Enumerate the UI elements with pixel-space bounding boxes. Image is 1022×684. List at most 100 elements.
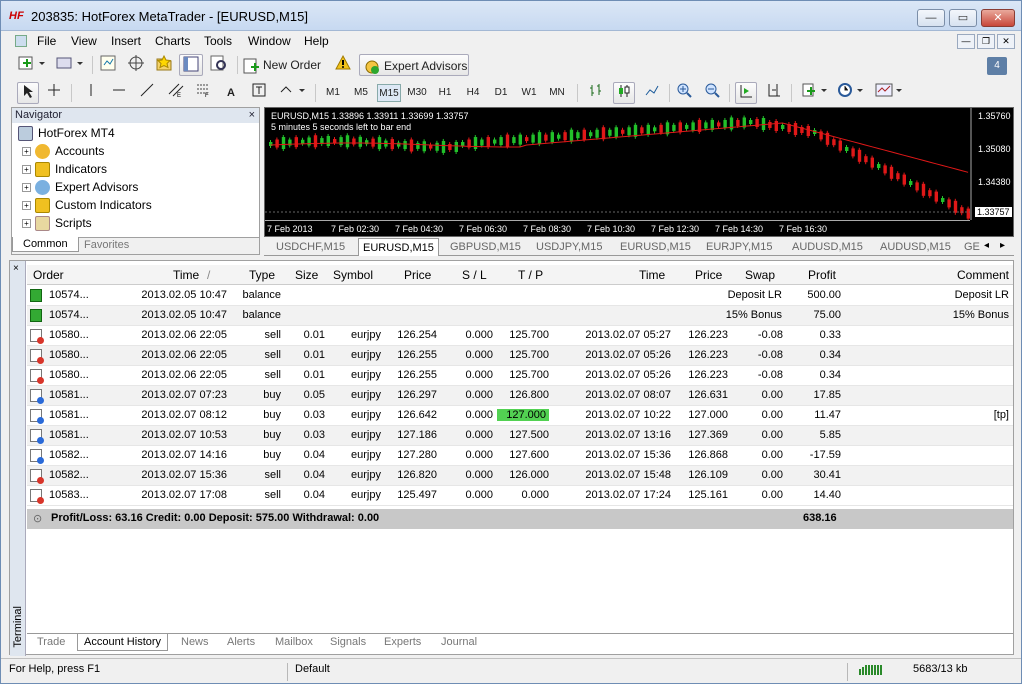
navigator-close-button[interactable]: × bbox=[249, 108, 255, 123]
menu-insert[interactable]: Insert bbox=[111, 34, 141, 48]
navigator-item-indicators[interactable]: + Indicators bbox=[22, 161, 107, 178]
strategy-tester-icon[interactable] bbox=[207, 54, 229, 76]
chart-shift-icon[interactable] bbox=[763, 82, 785, 104]
market-watch-icon[interactable] bbox=[97, 54, 119, 76]
maximize-button[interactable]: ▭ bbox=[949, 9, 977, 27]
col-price[interactable]: Price bbox=[404, 268, 431, 282]
tab-scroll-left-icon[interactable]: ◂ bbox=[984, 240, 989, 251]
timeframe-w1[interactable]: W1 bbox=[517, 84, 541, 102]
table-row[interactable]: 10583... 2013.02.07 17:08 sell 0.04 eurjpy 12… bbox=[27, 486, 1013, 506]
tab-signals[interactable]: Signals bbox=[330, 636, 366, 648]
text-label-icon[interactable] bbox=[249, 82, 269, 104]
mdi-restore-button[interactable]: ❐ bbox=[977, 34, 995, 49]
col-close-time[interactable]: Time bbox=[639, 268, 665, 282]
periods-clock-icon[interactable] bbox=[835, 82, 867, 104]
col-sl[interactable]: S / L bbox=[462, 268, 487, 282]
profiles-icon[interactable] bbox=[53, 54, 87, 76]
tab-mailbox[interactable]: Mailbox bbox=[275, 636, 313, 648]
navigator-icon[interactable] bbox=[153, 54, 175, 76]
auto-scroll-icon[interactable] bbox=[735, 82, 757, 104]
tab-trade[interactable]: Trade bbox=[37, 636, 65, 648]
menu-file[interactable]: File bbox=[37, 34, 56, 48]
chart-tab-eurjpy[interactable]: EURJPY,M15 bbox=[702, 238, 776, 256]
new-order-button[interactable]: New Order bbox=[243, 54, 329, 76]
table-row[interactable]: 10581... 2013.02.07 07:23 buy 0.05 eurjpy 126… bbox=[27, 386, 1013, 406]
vertical-line-icon[interactable] bbox=[81, 82, 101, 104]
expand-icon[interactable]: + bbox=[22, 147, 31, 157]
tab-alerts[interactable]: Alerts bbox=[227, 636, 255, 648]
chart-tab-ge[interactable]: GE bbox=[960, 238, 984, 256]
expand-icon[interactable]: + bbox=[22, 219, 31, 229]
chart-tab-eurusd[interactable]: EURUSD,M15 bbox=[358, 238, 439, 256]
menu-window[interactable]: Window bbox=[248, 34, 291, 48]
col-tp[interactable]: T / P bbox=[518, 268, 543, 282]
terminal-icon[interactable] bbox=[179, 54, 203, 76]
table-row[interactable]: 10581... 2013.02.07 10:53 buy 0.03 eurjpy 127… bbox=[27, 426, 1013, 446]
cursor-icon[interactable] bbox=[17, 82, 39, 104]
timeframe-mn[interactable]: MN bbox=[545, 84, 569, 102]
table-row[interactable]: 10582... 2013.02.07 15:36 sell 0.04 eurjpy 12… bbox=[27, 466, 1013, 486]
trendline-icon[interactable] bbox=[137, 82, 157, 104]
table-row[interactable]: 10582... 2013.02.07 14:16 buy 0.04 eurjpy 127… bbox=[27, 446, 1013, 466]
tab-news[interactable]: News bbox=[181, 636, 209, 648]
tab-journal[interactable]: Journal bbox=[441, 636, 477, 648]
arrows-dropdown-icon[interactable] bbox=[277, 82, 309, 104]
table-row[interactable]: 10580... 2013.02.06 22:05 sell 0.01 eurjpy 12… bbox=[27, 366, 1013, 386]
navigator-item-custom-indicators[interactable]: + Custom Indicators bbox=[22, 197, 152, 214]
col-profit[interactable]: Profit bbox=[808, 268, 836, 282]
table-row[interactable]: 10574... 2013.02.05 10:47 balance Deposit L… bbox=[27, 286, 1013, 306]
timeframe-h1[interactable]: H1 bbox=[433, 84, 457, 102]
table-row[interactable]: 10574... 2013.02.05 10:47 balance 15% Bonus… bbox=[27, 306, 1013, 326]
col-order[interactable]: Order bbox=[33, 268, 64, 282]
timeframe-m1[interactable]: M1 bbox=[321, 84, 345, 102]
templates-icon[interactable] bbox=[873, 82, 905, 104]
menu-tools[interactable]: Tools bbox=[204, 34, 232, 48]
table-row[interactable]: 10580... 2013.02.06 22:05 sell 0.01 eurjpy 12… bbox=[27, 326, 1013, 346]
menu-view[interactable]: View bbox=[71, 34, 97, 48]
expert-advisors-button[interactable]: Expert Advisors bbox=[359, 54, 469, 76]
horizontal-line-icon[interactable] bbox=[109, 82, 129, 104]
menu-charts[interactable]: Charts bbox=[155, 34, 190, 48]
tab-experts[interactable]: Experts bbox=[384, 636, 421, 648]
minimize-button[interactable]: — bbox=[917, 9, 945, 27]
crosshair-icon[interactable] bbox=[43, 82, 65, 104]
tab-favorites[interactable]: Favorites bbox=[84, 239, 129, 251]
indicators-list-icon[interactable] bbox=[799, 82, 831, 104]
data-window-icon[interactable] bbox=[125, 54, 147, 76]
chart-tab-audusd[interactable]: AUDUSD,M15 bbox=[788, 238, 867, 256]
tab-scroll-right-icon[interactable]: ▸ bbox=[1000, 240, 1005, 251]
chart-tab-gbpusd[interactable]: GBPUSD,M15 bbox=[446, 238, 525, 256]
table-row[interactable]: 10581... 2013.02.07 08:12 buy 0.03 eurjpy 126… bbox=[27, 406, 1013, 426]
expand-icon[interactable]: + bbox=[22, 165, 31, 175]
expand-icon[interactable]: + bbox=[22, 183, 31, 193]
terminal-close-button[interactable]: × bbox=[13, 263, 19, 274]
line-chart-icon[interactable] bbox=[641, 82, 663, 104]
navigator-item-expert-advisors[interactable]: + Expert Advisors bbox=[22, 179, 138, 196]
navigator-item-accounts[interactable]: + Accounts bbox=[22, 143, 104, 160]
col-size[interactable]: Size bbox=[295, 268, 318, 282]
col-close-price[interactable]: Price bbox=[695, 268, 722, 282]
tab-account-history[interactable]: Account History bbox=[77, 634, 169, 651]
chart-tab-usdchf[interactable]: USDCHF,M15 bbox=[272, 238, 349, 256]
col-type[interactable]: Type bbox=[249, 268, 275, 282]
navigator-item-scripts[interactable]: + Scripts bbox=[22, 215, 92, 232]
mdi-minimize-button[interactable]: — bbox=[957, 34, 975, 49]
new-chart-icon[interactable] bbox=[15, 54, 49, 76]
chart-tab-audusd-2[interactable]: AUDUSD,M15 bbox=[876, 238, 955, 256]
timeframe-h4[interactable]: H4 bbox=[461, 84, 485, 102]
chart-tab-eurusd-2[interactable]: EURUSD,M15 bbox=[616, 238, 695, 256]
tab-common[interactable]: Common bbox=[12, 237, 79, 252]
bar-chart-icon[interactable] bbox=[585, 82, 607, 104]
col-comment[interactable]: Comment bbox=[957, 268, 1009, 282]
col-swap[interactable]: Swap bbox=[745, 268, 775, 282]
mdi-close-button[interactable]: ✕ bbox=[997, 34, 1015, 49]
menu-help[interactable]: Help bbox=[304, 34, 329, 48]
chart-window-icon[interactable] bbox=[15, 35, 27, 47]
zoom-in-icon[interactable] bbox=[673, 82, 695, 104]
notification-badge[interactable]: 4 bbox=[987, 57, 1007, 75]
text-tool-icon[interactable]: A bbox=[221, 82, 241, 104]
equidistant-channel-icon[interactable]: E bbox=[165, 82, 187, 104]
timeframe-d1[interactable]: D1 bbox=[489, 84, 513, 102]
zoom-out-icon[interactable] bbox=[701, 82, 723, 104]
navigator-root[interactable]: HotForex MT4 bbox=[18, 125, 115, 142]
